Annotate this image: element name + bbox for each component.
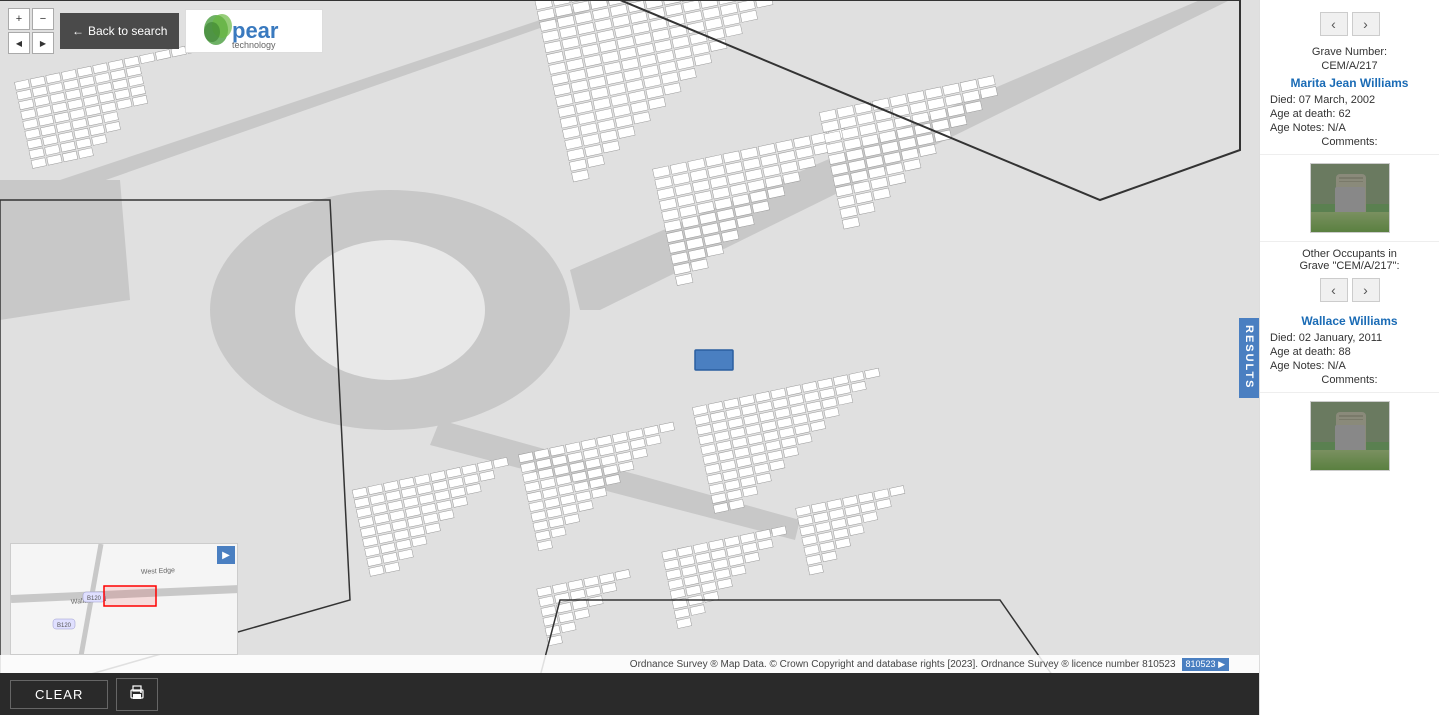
svg-text:B120: B120: [57, 623, 72, 629]
toolbar: + − ◀ ▶ ← Back to search pear technology: [8, 8, 323, 54]
results-tab-toggle[interactable]: RESULTS: [1239, 318, 1259, 398]
other-occupants-title: Other Occupants in Grave "CEM/A/217":: [1260, 241, 1439, 274]
back-arrow-icon: ←: [72, 24, 84, 38]
other-occupants-line2: Grave "CEM/A/217":: [1270, 260, 1429, 272]
pear-logo: pear technology: [194, 12, 314, 50]
grave-number-label: Grave Number:: [1270, 46, 1429, 58]
print-button[interactable]: [116, 678, 158, 711]
map-container[interactable]: + − ◀ ▶ ← Back to search pear technology: [0, 0, 1259, 715]
result-1-photo-svg: [1311, 164, 1390, 233]
result-1-photo[interactable]: [1310, 163, 1390, 233]
result-1-name[interactable]: Marita Jean Williams: [1270, 76, 1429, 90]
result-1-photo-container: [1260, 155, 1439, 241]
svg-text:B120: B120: [87, 596, 102, 602]
result-2-died: Died: 02 January, 2011: [1270, 332, 1429, 344]
occupants-next-button[interactable]: ›: [1352, 278, 1380, 302]
result-2-age: Age at death: 88: [1270, 346, 1429, 358]
print-icon: [129, 685, 145, 701]
result-1-died: Died: 07 March, 2002: [1270, 94, 1429, 106]
zoom-in-button[interactable]: +: [8, 8, 30, 30]
svg-text:technology: technology: [232, 40, 276, 50]
occupants-prev-button[interactable]: ‹: [1320, 278, 1348, 302]
result-1-section: Grave Number: CEM/A/217 Marita Jean Will…: [1260, 40, 1439, 155]
result-2-age-notes: Age Notes: N/A: [1270, 360, 1429, 372]
move-left-button[interactable]: ◀: [8, 32, 30, 54]
results-panel: ‹ › Grave Number: CEM/A/217 Marita Jean …: [1259, 0, 1439, 715]
attribution: Ordnance Survey ® Map Data. © Crown Copy…: [0, 655, 1259, 673]
result-2-section: Wallace Williams Died: 02 January, 2011 …: [1260, 306, 1439, 393]
result-2-photo-svg: [1311, 402, 1390, 471]
result-2-name[interactable]: Wallace Williams: [1270, 314, 1429, 328]
results-prev-button[interactable]: ‹: [1320, 12, 1348, 36]
result-1-age-notes: Age Notes: N/A: [1270, 122, 1429, 134]
back-to-search-button[interactable]: ← Back to search: [60, 13, 179, 49]
nav-controls: + − ◀ ▶: [8, 8, 54, 54]
result-1-age: Age at death: 62: [1270, 108, 1429, 120]
results-top-nav: ‹ ›: [1260, 12, 1439, 36]
result-2-photo-container: [1260, 393, 1439, 479]
occupants-nav: ‹ ›: [1260, 278, 1439, 302]
back-label: Back to search: [88, 24, 167, 38]
minimap-expand-button[interactable]: ▶: [217, 546, 235, 564]
minimap: Wallace Rd West Edge B120 B120 ▶: [10, 543, 238, 655]
zoom-out-button[interactable]: −: [32, 8, 54, 30]
move-right-button[interactable]: ▶: [32, 32, 54, 54]
result-1-comments-label: Comments:: [1270, 136, 1429, 148]
other-occupants-line1: Other Occupants in: [1270, 248, 1429, 260]
minimap-svg: Wallace Rd West Edge B120 B120: [11, 544, 238, 655]
bottom-bar: CLEAR: [0, 673, 1259, 715]
grave-number-value: CEM/A/217: [1270, 60, 1429, 72]
result-2-photo[interactable]: [1310, 401, 1390, 471]
results-tab-label: RESULTS: [1243, 325, 1255, 390]
logo-container: pear technology: [185, 9, 323, 53]
attribution-text: Ordnance Survey ® Map Data. © Crown Copy…: [630, 659, 1176, 670]
results-next-button[interactable]: ›: [1352, 12, 1380, 36]
attribution-link[interactable]: 810523 ▶: [1182, 658, 1229, 671]
clear-button[interactable]: CLEAR: [10, 680, 108, 709]
result-2-comments-label: Comments:: [1270, 374, 1429, 386]
